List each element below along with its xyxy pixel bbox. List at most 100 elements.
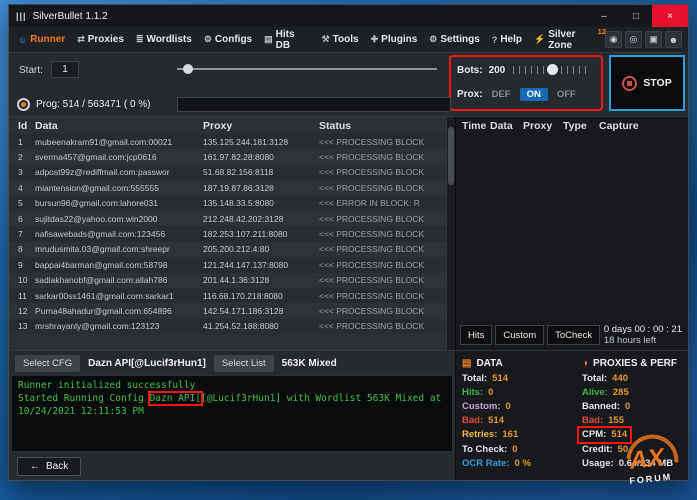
discord-button[interactable]: ▣ — [645, 31, 662, 48]
bottom-left: Select CFG Dazn API[@Lucif3rHun1] Select… — [9, 351, 455, 480]
nav-item-label: Configs — [215, 34, 252, 45]
configs-icon: ⚙ — [204, 34, 212, 45]
nav-item-label: Proxies — [88, 34, 124, 45]
stat-row: Banned: 0 — [582, 399, 682, 413]
nav-item-settings[interactable]: ⚙ Settings — [423, 27, 486, 52]
progress-bar — [177, 97, 451, 112]
navbar-icon-buttons: ◉ ◎ ▣ ☻ — [605, 31, 685, 48]
nav-item-plugins[interactable]: ✚ Plugins — [365, 27, 424, 52]
cell-data: mrudusmita.03@gmail.com:shreepr — [35, 244, 203, 254]
database-icon: ▤ — [462, 358, 471, 369]
nav-item-hits-db[interactable]: ▤ Hits DB — [258, 27, 315, 52]
nav-item-configs[interactable]: ⚙ Configs — [198, 27, 258, 52]
tocheck-button[interactable]: ToCheck — [547, 325, 600, 345]
nav-item-help[interactable]: ? Help — [486, 27, 528, 52]
bots-value: 200 — [489, 65, 506, 76]
main-area: Id Data Proxy Status 1 mubeenakram91@gma… — [9, 117, 688, 350]
nav-item-wordlists[interactable]: ≣ Wordlists — [130, 27, 198, 52]
prox-option-def[interactable]: DEF — [492, 89, 511, 100]
maximize-button[interactable]: □ — [620, 5, 652, 27]
nav-item-silver-zone[interactable]: ⚡ Silver Zone 12 — [528, 27, 605, 52]
nav-badge: 12 — [598, 27, 606, 36]
annotation-box-config-name: Dazn API[ — [150, 393, 201, 404]
select-cfg-button[interactable]: Select CFG — [15, 355, 80, 372]
custom-button[interactable]: Custom — [495, 325, 544, 345]
table-row[interactable]: 1 mubeenakram91@gmail.com:00021 135.125.… — [9, 134, 446, 149]
scrollbar-thumb[interactable] — [448, 127, 454, 185]
cell-id: 10 — [9, 275, 35, 285]
progress-radio-icon — [17, 98, 30, 111]
camera-icon: ◉ — [610, 34, 618, 45]
close-button[interactable]: × — [652, 5, 688, 27]
table-header-row: Id Data Proxy Status — [9, 117, 446, 134]
stat-value: 0 — [506, 401, 511, 412]
cell-data: sujitdas22@yahoo.com:win2000 — [35, 214, 203, 224]
start-input[interactable] — [51, 61, 79, 78]
hits-button[interactable]: Hits — [460, 325, 492, 345]
cell-status: <<< PROCESSING BLOCK — [319, 244, 446, 254]
runner-icon: ☺ — [18, 35, 27, 45]
cell-data: nafisawebads@gmail.com:123456 — [35, 229, 203, 239]
annotation-box-bots-prox: Bots: 200 Prox: DEF ON OFF — [449, 55, 603, 111]
stat-value: 440 — [612, 373, 628, 384]
table-row[interactable]: 8 mrudusmita.03@gmail.com:shreepr 205.20… — [9, 242, 446, 257]
table-row[interactable]: 4 miantension@gmail.com:555555 187.19.87… — [9, 180, 446, 195]
cell-id: 5 — [9, 198, 35, 208]
nav-item-tools[interactable]: ⚒ Tools — [316, 27, 365, 52]
nav-item-label: Help — [500, 34, 522, 45]
table-row[interactable]: 13 mrshrayanly@gmail.com:123123 41.254.5… — [9, 319, 446, 334]
viewer-button[interactable]: ◎ — [625, 31, 642, 48]
bottom-area: Select CFG Dazn API[@Lucif3rHun1] Select… — [9, 350, 688, 480]
prox-option-off[interactable]: OFF — [557, 89, 576, 100]
prox-label: Prox: — [457, 89, 483, 100]
header-data: Data — [490, 120, 523, 132]
stat-label: Usage: — [582, 458, 614, 469]
nav-item-runner[interactable]: ☺ Runner — [12, 27, 71, 52]
table-row[interactable]: 12 Purna48ahadur@gmail.com:654896 142.54… — [9, 303, 446, 318]
account-button[interactable]: ☻ — [665, 31, 682, 48]
vertical-scrollbar[interactable] — [446, 117, 455, 350]
silver-zone-icon: ⚡ — [534, 34, 545, 45]
stat-label: OCR Rate: — [462, 458, 510, 469]
cell-id: 11 — [9, 291, 35, 301]
stat-row: Total: 440 — [582, 371, 682, 385]
nav-item-proxies[interactable]: ⇄ Proxies — [71, 27, 130, 52]
cell-id: 2 — [9, 152, 35, 162]
minimize-button[interactable]: – — [588, 5, 620, 27]
stat-label: Bad: — [462, 415, 483, 426]
cell-id: 7 — [9, 229, 35, 239]
table-row[interactable]: 2 sverma457@gmail.com:jcp0616 161.97.82.… — [9, 149, 446, 164]
table-body: 1 mubeenakram91@gmail.com:00021 135.125.… — [9, 134, 446, 350]
prox-option-on[interactable]: ON — [520, 88, 548, 101]
cell-id: 12 — [9, 306, 35, 316]
table-row[interactable]: 10 sadiakhanobf@gmail.com:allah786 201.4… — [9, 273, 446, 288]
back-button[interactable]: ← Back — [17, 457, 81, 476]
cell-id: 3 — [9, 167, 35, 177]
log-text: Started Running Config — [18, 393, 150, 404]
screenshot-button[interactable]: ◉ — [605, 31, 622, 48]
stat-row: CPM: 514 — [579, 428, 630, 442]
select-list-button[interactable]: Select List — [214, 355, 274, 372]
nav-item-label: Tools — [333, 34, 359, 45]
table-row[interactable]: 6 sujitdas22@yahoo.com:win2000 212.248.4… — [9, 211, 446, 226]
stat-value: 514 — [492, 373, 508, 384]
cell-status: <<< ERROR IN BLOCK: R — [319, 198, 446, 208]
cell-proxy: 182.253.107.211:8080 — [203, 229, 319, 239]
cell-proxy: 135.148.33.5:8080 — [203, 198, 319, 208]
start-label: Start: — [19, 65, 43, 76]
stop-button[interactable]: STOP — [609, 55, 685, 111]
table-row[interactable]: 7 nafisawebads@gmail.com:123456 182.253.… — [9, 226, 446, 241]
table-row[interactable]: 3 adpost99z@rediffmail.com:passwor 51.68… — [9, 165, 446, 180]
cell-status: <<< PROCESSING BLOCK — [319, 137, 446, 147]
data-stats-title: DATA — [476, 358, 502, 369]
table-row[interactable]: 9 bappai4barman@gmail.com:58798 121.244.… — [9, 257, 446, 272]
slider-handle[interactable] — [183, 64, 193, 74]
table-row[interactable]: 5 bursun96@gmail.com:lahore031 135.148.3… — [9, 196, 446, 211]
header-id: Id — [9, 120, 35, 132]
user-icon: ☻ — [669, 35, 678, 45]
bots-slider[interactable] — [513, 64, 589, 76]
tools-icon: ⚒ — [322, 34, 330, 45]
table-row[interactable]: 11 sarkar00ss1461@gmail.com:sarkar1 116.… — [9, 288, 446, 303]
start-slider[interactable] — [177, 63, 437, 75]
slider-track — [177, 68, 437, 70]
